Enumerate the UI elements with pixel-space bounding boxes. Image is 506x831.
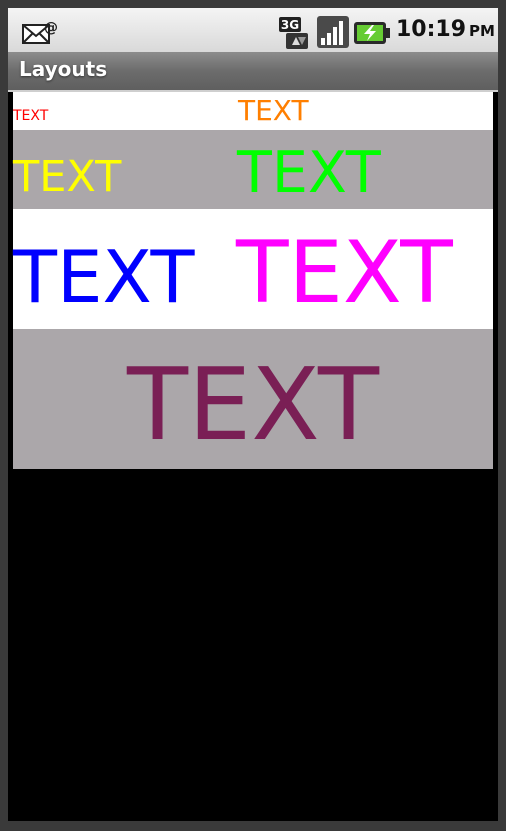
clock-time: 10:19 [396, 17, 467, 42]
text-label-green: TEXT [237, 140, 381, 206]
signal-3g-icon: 3G [278, 16, 312, 50]
layout-content: TEXT TEXT TEXT TEXT TEXT TEXT TEXT [13, 92, 493, 469]
text-label-magenta: TEXT [236, 223, 453, 323]
text-label-blue: TEXT [13, 235, 195, 319]
row-4: TEXT [13, 329, 493, 469]
svg-text:@: @ [44, 20, 58, 36]
app-title: Layouts [19, 57, 108, 81]
device-frame: @ 3G 10:19 PM Layouts TEXT TEXT TEXT TEX… [0, 0, 506, 831]
text-label-yellow: TEXT [13, 152, 122, 202]
title-bar: Layouts [8, 52, 498, 92]
text-label-red: TEXT [13, 108, 49, 124]
device-screen: @ 3G 10:19 PM Layouts TEXT TEXT TEXT TEX… [8, 8, 498, 821]
text-label-orange: TEXT [238, 94, 309, 127]
row-3: TEXT TEXT [13, 209, 493, 329]
clock-ampm: PM [469, 22, 495, 40]
row-1: TEXT TEXT [13, 92, 493, 130]
row-2: TEXT TEXT [13, 130, 493, 209]
battery-charging-icon [353, 20, 391, 46]
text-label-purple: TEXT [126, 346, 380, 463]
network-type-label: 3G [281, 18, 299, 32]
mail-notification-icon[interactable]: @ [22, 18, 58, 48]
status-bar: @ 3G 10:19 PM [8, 8, 498, 52]
status-clock: 10:19 PM [396, 17, 495, 42]
signal-bars-icon [317, 16, 349, 48]
